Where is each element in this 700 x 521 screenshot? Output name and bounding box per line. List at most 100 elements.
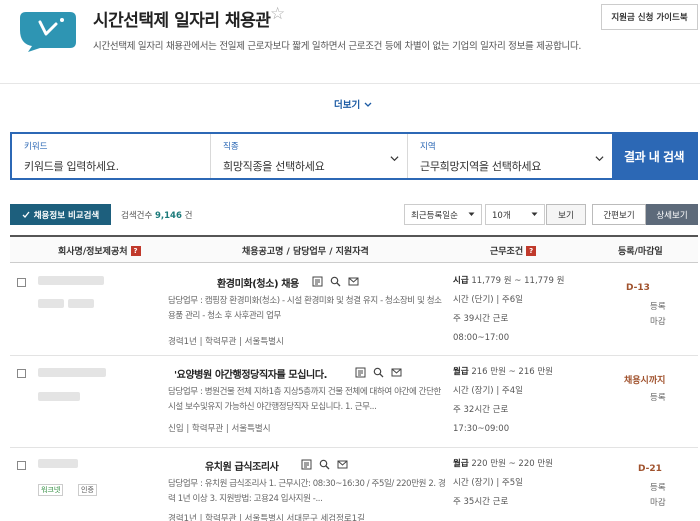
clock-logo-icon bbox=[20, 12, 76, 52]
check-icon bbox=[22, 211, 30, 218]
help-icon[interactable]: ? bbox=[526, 245, 537, 256]
chevron-down-icon bbox=[468, 212, 475, 216]
pay-amount: 11,779 원 ~ 11,779 원 bbox=[471, 276, 565, 286]
help-icon[interactable]: ? bbox=[130, 245, 141, 256]
company-info-blurred bbox=[38, 299, 64, 308]
compare-label: 채용정보 비교검색 bbox=[33, 210, 100, 221]
hours-line: 시간 (장기) | 주5일 bbox=[453, 478, 523, 488]
worknet-badge: 워크넷 bbox=[38, 484, 64, 496]
detail-view-button[interactable]: 상세보기 bbox=[646, 204, 698, 225]
view-button[interactable]: 보기 bbox=[546, 204, 586, 225]
more-button[interactable]: 더보기 bbox=[334, 97, 372, 111]
detail-page-icon[interactable] bbox=[312, 276, 323, 287]
simple-view-button[interactable]: 간편보기 bbox=[592, 204, 646, 225]
count-value: 9,146 bbox=[154, 211, 182, 221]
job-select[interactable]: 직종 희망직종을 선택하세요 bbox=[211, 134, 408, 178]
sort-value: 최근등록일순 bbox=[411, 210, 458, 221]
job-title[interactable]: 환경미화(청소) 채용 bbox=[217, 275, 299, 290]
mail-icon[interactable] bbox=[337, 459, 348, 470]
row-checkbox[interactable] bbox=[17, 461, 26, 470]
pay-amount: 216 만원 ~ 216 만원 bbox=[471, 367, 554, 377]
col-company: 회사명/정보제공처 ? bbox=[58, 244, 141, 257]
table-row[interactable]: '요양병원 야간행정당직자를 모십니다. 담당업무 : 병원건물 전체 지하1층… bbox=[10, 356, 698, 448]
search-icon[interactable] bbox=[330, 276, 341, 287]
result-count: 검색건수 9,146 건 bbox=[121, 209, 192, 221]
company-info-blurred bbox=[38, 392, 80, 401]
job-duty: 담당업무 : 캠핑장 환경미화(청소) - 시설 환경미화 및 청결 유지 - … bbox=[168, 296, 442, 321]
pay-line: 월급 216 만원 ~ 216 만원 bbox=[453, 365, 553, 380]
dday-badge: D-13 bbox=[626, 283, 650, 293]
mail-icon[interactable] bbox=[391, 367, 402, 378]
search-icon[interactable] bbox=[319, 459, 330, 470]
search-submit-button[interactable]: 결과 내 검색 bbox=[612, 134, 696, 178]
job-duty: 담당업무 : 병원건물 전체 지하1층 지상5층까지 건물 전체에 대하여 야간… bbox=[168, 387, 441, 412]
job-meta: 경력1년 | 학력무관 | 서울특별시 서대문구 세검정로1길 bbox=[168, 514, 365, 521]
reg-dates: 등록 마감 bbox=[650, 481, 666, 511]
close-label: 마감 bbox=[650, 498, 666, 508]
page-size-select[interactable]: 10개 bbox=[485, 204, 545, 225]
reg-dates: 등록 bbox=[650, 391, 666, 406]
chevron-down-icon bbox=[531, 212, 538, 216]
reg-label: 등록 bbox=[650, 483, 666, 493]
col-title-label: 채용공고명 / 담당업무 / 지원자격 bbox=[242, 247, 369, 257]
certified-label: 인증 bbox=[81, 486, 94, 494]
work-time: 17:30~09:00 bbox=[453, 424, 510, 434]
keyword-label: 키워드 bbox=[24, 142, 48, 152]
weekly-hours: 주 35시간 근로 bbox=[453, 497, 509, 507]
job-label: 직종 bbox=[223, 142, 239, 152]
region-value: 근무희망지역을 선택하세요 bbox=[420, 160, 542, 173]
col-company-label: 회사명/정보제공처 bbox=[58, 247, 128, 257]
job-title[interactable]: 유치원 급식조리사 bbox=[205, 458, 279, 473]
pay-amount: 220 만원 ~ 220 만원 bbox=[471, 459, 554, 469]
hours-type: 시간 (단기) bbox=[453, 295, 494, 305]
dday-badge: 채용시까지 bbox=[624, 376, 666, 386]
job-duty: 담당업무 : 유치원 급식조리사 1. 근무시간: 08:30~16:30 / … bbox=[168, 479, 446, 504]
close-label: 마감 bbox=[650, 317, 666, 327]
search-icon[interactable] bbox=[373, 367, 384, 378]
count-label: 검색건수 bbox=[121, 211, 153, 221]
job-title[interactable]: '요양병원 야간행정당직자를 모십니다. bbox=[174, 366, 327, 381]
star-icon[interactable]: ☆ bbox=[270, 4, 285, 24]
page-description: 시간선택제 일자리 채용관에서는 전일제 근로자보다 짧게 일하면서 근로조건 … bbox=[93, 41, 582, 52]
table-row[interactable]: 워크넷 인증 유치원 급식조리사 담당업무 : 유치원 급식조리사 1. 근무시… bbox=[10, 448, 698, 521]
row-checkbox[interactable] bbox=[17, 278, 26, 287]
region-select[interactable]: 지역 근무희망지역을 선택하세요 bbox=[408, 134, 612, 178]
pay-line: 월급 220 만원 ~ 220 만원 bbox=[453, 457, 553, 472]
col-dates-label: 등록/마감일 bbox=[618, 247, 663, 257]
search-bar: 키워드 키워드를 입력하세요. 직종 희망직종을 선택하세요 지역 근무희망지역… bbox=[10, 132, 698, 180]
worknet-label: 워크넷 bbox=[41, 486, 61, 494]
guide-book-button[interactable]: 지원금 신청 가이드북 bbox=[601, 4, 698, 30]
weekly-hours: 주 39시간 근로 bbox=[453, 314, 509, 324]
company-name-blurred bbox=[38, 368, 106, 377]
keyword-field[interactable]: 키워드 키워드를 입력하세요. bbox=[12, 134, 211, 178]
job-meta: 경력1년 | 학력무관 | 서울특별시 bbox=[168, 337, 284, 347]
table-header: 회사명/정보제공처 ? 채용공고명 / 담당업무 / 지원자격 근무조건 ? 등… bbox=[10, 235, 698, 263]
job-value: 희망직종을 선택하세요 bbox=[223, 160, 325, 173]
work-conditions: 시급 11,779 원 ~ 11,779 원 시간 (단기) | 주6일 주 3… bbox=[453, 274, 564, 346]
work-conditions: 월급 216 만원 ~ 216 만원 시간 (장기) | 주4일 주 32시간 … bbox=[453, 365, 553, 437]
detail-page-icon[interactable] bbox=[301, 459, 312, 470]
detail-page-icon[interactable] bbox=[355, 367, 366, 378]
mail-icon[interactable] bbox=[348, 276, 359, 287]
company-name-blurred bbox=[38, 459, 78, 468]
keyword-input[interactable]: 키워드를 입력하세요. bbox=[24, 158, 198, 174]
pay-type: 월급 bbox=[453, 367, 469, 377]
weekly-hours: 주 32시간 근로 bbox=[453, 405, 509, 415]
sort-select[interactable]: 최근등록일순 bbox=[404, 204, 482, 225]
hours-line: 시간 (장기) | 주4일 bbox=[453, 386, 523, 396]
count-unit: 건 bbox=[184, 211, 193, 221]
certified-badge: 인증 bbox=[78, 484, 97, 496]
row-checkbox[interactable] bbox=[17, 369, 26, 378]
work-conditions: 월급 220 만원 ~ 220 만원 시간 (장기) | 주5일 주 35시간 … bbox=[453, 457, 553, 510]
compare-button[interactable]: 채용정보 비교검색 bbox=[10, 204, 111, 225]
work-days: 주4일 bbox=[501, 386, 523, 396]
more-label: 더보기 bbox=[334, 100, 361, 111]
table-row[interactable]: 환경미화(청소) 채용 담당업무 : 캠핑장 환경미화(청소) - 시설 환경미… bbox=[10, 263, 698, 356]
reg-label: 등록 bbox=[650, 302, 666, 312]
dday-badge: D-21 bbox=[638, 464, 662, 474]
col-title: 채용공고명 / 담당업무 / 지원자격 bbox=[242, 244, 369, 257]
chevron-down-icon bbox=[390, 156, 399, 162]
chevron-down-icon bbox=[595, 156, 604, 162]
page-title: 시간선택제 일자리 채용관 bbox=[93, 11, 271, 31]
job-meta: 신입 | 학력무관 | 서울특별시 bbox=[168, 424, 271, 434]
